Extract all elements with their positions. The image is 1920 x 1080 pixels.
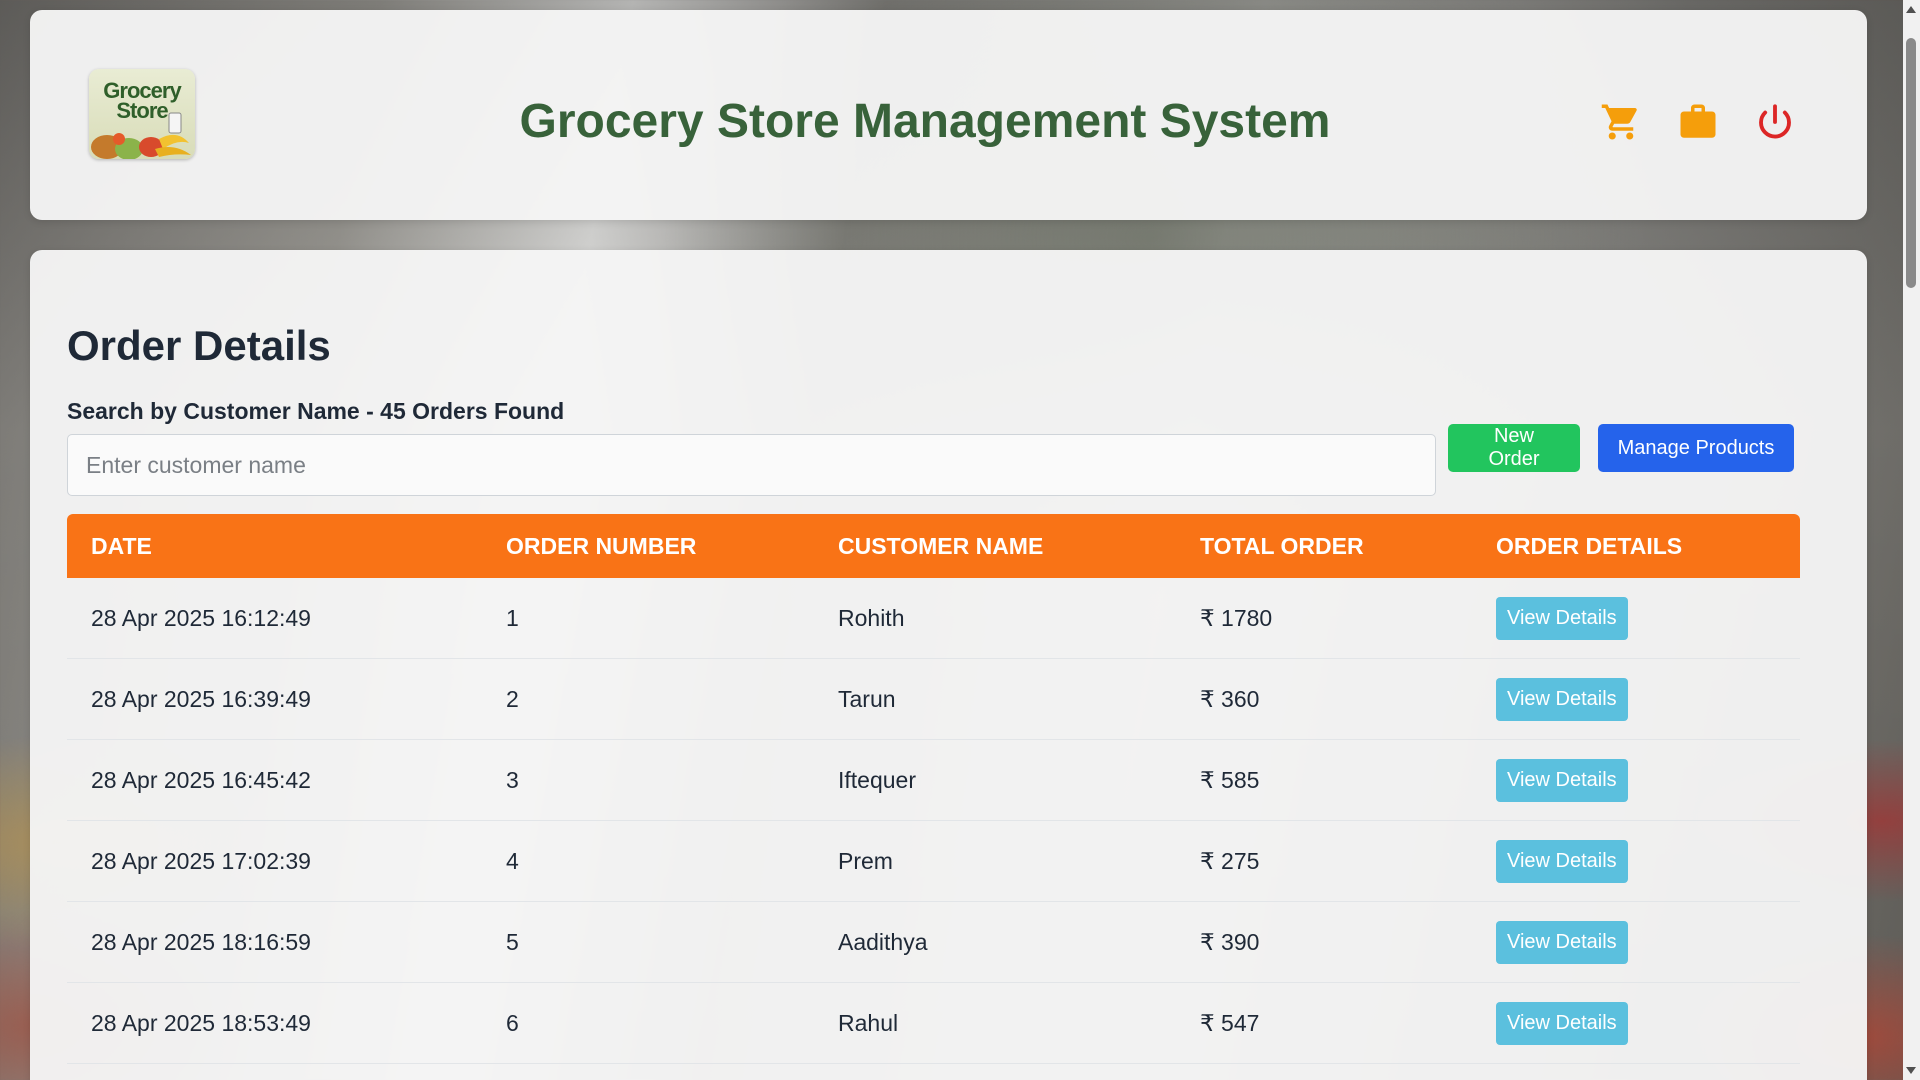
view-details-button[interactable]: View Details [1496, 677, 1628, 721]
order-number: 6 [482, 982, 814, 1064]
table-row: 28 Apr 2025 16:45:42 3 Iftequer ₹ 585 Vi… [67, 739, 1800, 821]
customer-name: Aadithya [814, 901, 1176, 983]
customer-search-input[interactable] [67, 434, 1436, 496]
order-details-panel: Order Details Search by Customer Name - … [30, 250, 1867, 1080]
customer-name: Rahul [814, 982, 1176, 1064]
table-row: 28 Apr 2025 16:39:49 2 Tarun ₹ 360 View … [67, 658, 1800, 740]
order-number: 2 [482, 658, 814, 740]
briefcase-icon[interactable] [1676, 100, 1720, 144]
manage-products-button[interactable]: Manage Products [1598, 424, 1794, 472]
orders-table: Date Order Number Customer Name Total Or… [67, 514, 1800, 1064]
customer-name: Iftequer [814, 739, 1176, 821]
order-total: ₹ 1780 [1176, 578, 1472, 659]
view-details-button[interactable]: View Details [1496, 596, 1628, 640]
order-total: ₹ 390 [1176, 901, 1472, 983]
order-date: 28 Apr 2025 18:53:49 [67, 982, 482, 1064]
scroll-down-arrow-icon[interactable] [1906, 1067, 1916, 1074]
scroll-up-arrow-icon[interactable] [1906, 6, 1916, 13]
table-row: 28 Apr 2025 18:16:59 5 Aadithya ₹ 390 Vi… [67, 901, 1800, 983]
app-title: Grocery Store Management System [519, 95, 1331, 148]
header-total-order: Total Order [1200, 532, 1364, 559]
page-scrollbar[interactable] [1903, 0, 1920, 1080]
order-date: 28 Apr 2025 16:39:49 [67, 658, 482, 740]
table-row: 28 Apr 2025 17:02:39 4 Prem ₹ 275 View D… [67, 820, 1800, 902]
customer-name: Prem [814, 820, 1176, 902]
header-order-number: Order Number [506, 532, 697, 559]
header-bar: Grocery Store Grocery Store Management S… [30, 10, 1867, 220]
order-number: 3 [482, 739, 814, 821]
order-number: 5 [482, 901, 814, 983]
table-row: 28 Apr 2025 16:12:49 1 Rohith ₹ 1780 Vie… [67, 578, 1800, 659]
order-date: 28 Apr 2025 16:12:49 [67, 578, 482, 659]
view-details-button[interactable]: View Details [1496, 758, 1628, 802]
table-header-row: Date Order Number Customer Name Total Or… [67, 514, 1800, 578]
order-date: 28 Apr 2025 17:02:39 [67, 820, 482, 902]
store-logo[interactable]: Grocery Store [89, 69, 195, 159]
view-details-button[interactable]: View Details [1496, 1001, 1628, 1045]
order-number: 4 [482, 820, 814, 902]
view-details-button[interactable]: View Details [1496, 920, 1628, 964]
produce-illustration [91, 112, 191, 159]
order-date: 28 Apr 2025 16:45:42 [67, 739, 482, 821]
order-total: ₹ 360 [1176, 658, 1472, 740]
order-total: ₹ 547 [1176, 982, 1472, 1064]
header-customer-name: Customer Name [838, 532, 1044, 559]
power-icon[interactable] [1753, 100, 1797, 144]
table-row: 28 Apr 2025 18:53:49 6 Rahul ₹ 547 View … [67, 982, 1800, 1064]
cart-icon[interactable] [1599, 100, 1643, 144]
header-date: Date [91, 532, 152, 559]
new-order-button[interactable]: New Order [1448, 424, 1580, 472]
customer-name: Tarun [814, 658, 1176, 740]
order-total: ₹ 275 [1176, 820, 1472, 902]
order-date: 28 Apr 2025 18:16:59 [67, 901, 482, 983]
customer-name: Rohith [814, 578, 1176, 659]
order-total: ₹ 585 [1176, 739, 1472, 821]
page-title: Order Details [67, 322, 331, 369]
view-details-button[interactable]: View Details [1496, 839, 1628, 883]
order-number: 1 [482, 578, 814, 659]
search-label: Search by Customer Name - 45 Orders Foun… [67, 398, 565, 424]
scrollbar-thumb[interactable] [1906, 38, 1916, 288]
header-order-details: Order Details [1496, 532, 1683, 559]
header-actions [1599, 100, 1797, 144]
